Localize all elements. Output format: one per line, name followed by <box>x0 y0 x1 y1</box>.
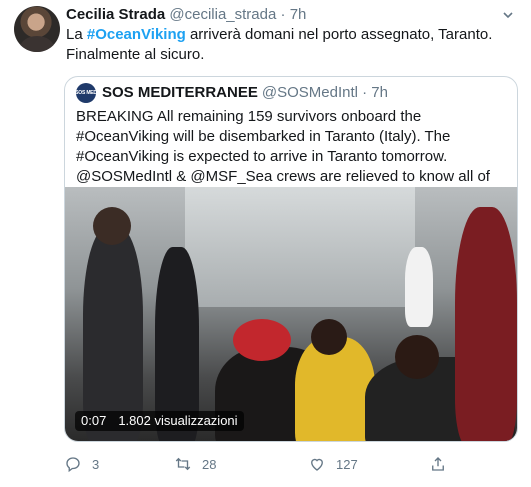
video-figure <box>405 247 433 327</box>
like-count: 127 <box>336 456 358 472</box>
quoted-tweet-header: SOS MED SOS MEDITERRANEE @SOSMedIntl · 7… <box>75 83 388 103</box>
quoted-author-name[interactable]: SOS MEDITERRANEE <box>102 83 258 103</box>
video-figure <box>83 227 143 441</box>
reply-icon <box>66 457 80 473</box>
quoted-separator-dot: · <box>362 84 368 101</box>
video-background-wall <box>185 187 415 307</box>
more-caret-icon[interactable] <box>499 8 517 26</box>
quoted-author-avatar[interactable]: SOS MED <box>75 83 97 103</box>
retweet-count: 28 <box>202 456 217 472</box>
hashtag-link[interactable]: #OceanViking <box>87 26 186 43</box>
quoted-avatar-logo: SOS MED <box>75 90 97 96</box>
tweet-text-before: La <box>66 26 87 43</box>
like-icon <box>311 458 323 471</box>
author-handle[interactable]: @cecilia_strada <box>169 6 276 23</box>
tweet-text: La #OceanViking arriverà domani nel port… <box>66 25 506 65</box>
video-figure <box>395 335 439 379</box>
tweet-time[interactable]: 7h <box>290 6 307 23</box>
author-name[interactable]: Cecilia Strada <box>66 6 165 23</box>
quoted-tweet[interactable]: SOS MED SOS MEDITERRANEE @SOSMedIntl · 7… <box>64 76 518 442</box>
retweet-icon <box>175 457 191 471</box>
share-icon <box>432 457 444 471</box>
like-button[interactable]: 127 <box>308 455 358 473</box>
separator-dot: · <box>280 6 286 23</box>
tweet-actions: 3 28 127 <box>64 455 504 475</box>
video-views: 1.802 visualizzazioni <box>118 413 238 428</box>
video-figure <box>93 207 131 245</box>
share-button[interactable] <box>429 455 457 473</box>
video-figure-cap <box>233 319 291 361</box>
video-figure <box>311 319 347 355</box>
video-player[interactable]: 0:07 1.802 visualizzazioni <box>65 187 517 441</box>
video-duration: 0:07 <box>81 413 107 428</box>
author-avatar[interactable] <box>14 6 60 52</box>
avatar-figure <box>20 36 54 52</box>
video-figure <box>455 207 517 441</box>
retweet-button[interactable]: 28 <box>174 455 216 473</box>
quoted-tweet-time[interactable]: 7h <box>371 83 388 103</box>
reply-count: 3 <box>92 456 100 472</box>
tweet-header: Cecilia Strada @cecilia_strada · 7h <box>66 5 306 25</box>
reply-button[interactable]: 3 <box>64 455 99 473</box>
video-info-badge: 0:07 1.802 visualizzazioni <box>75 411 244 431</box>
quoted-author-handle[interactable]: @SOSMedIntl <box>262 83 358 103</box>
